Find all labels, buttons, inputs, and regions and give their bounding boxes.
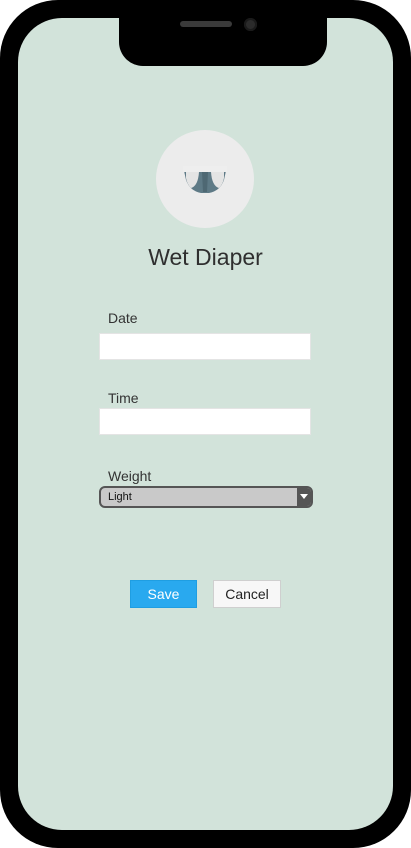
date-label: Date (108, 310, 138, 326)
cancel-button[interactable]: Cancel (213, 580, 281, 608)
save-button[interactable]: Save (130, 580, 197, 608)
time-field[interactable] (99, 408, 311, 435)
page-title: Wet Diaper (148, 244, 263, 270)
speaker-grille (180, 21, 232, 27)
time-label: Time (108, 390, 139, 406)
diaper-avatar (156, 130, 254, 228)
weight-select[interactable]: Light (99, 486, 313, 508)
weight-selected-value: Light (108, 491, 132, 503)
date-field[interactable] (99, 333, 311, 360)
diaper-icon (183, 166, 227, 193)
front-camera (244, 18, 257, 31)
weight-label: Weight (108, 468, 152, 484)
dropdown-arrow-icon (297, 488, 311, 506)
phone-frame: Wet Diaper Date Time Weight Light Save C… (0, 0, 411, 848)
